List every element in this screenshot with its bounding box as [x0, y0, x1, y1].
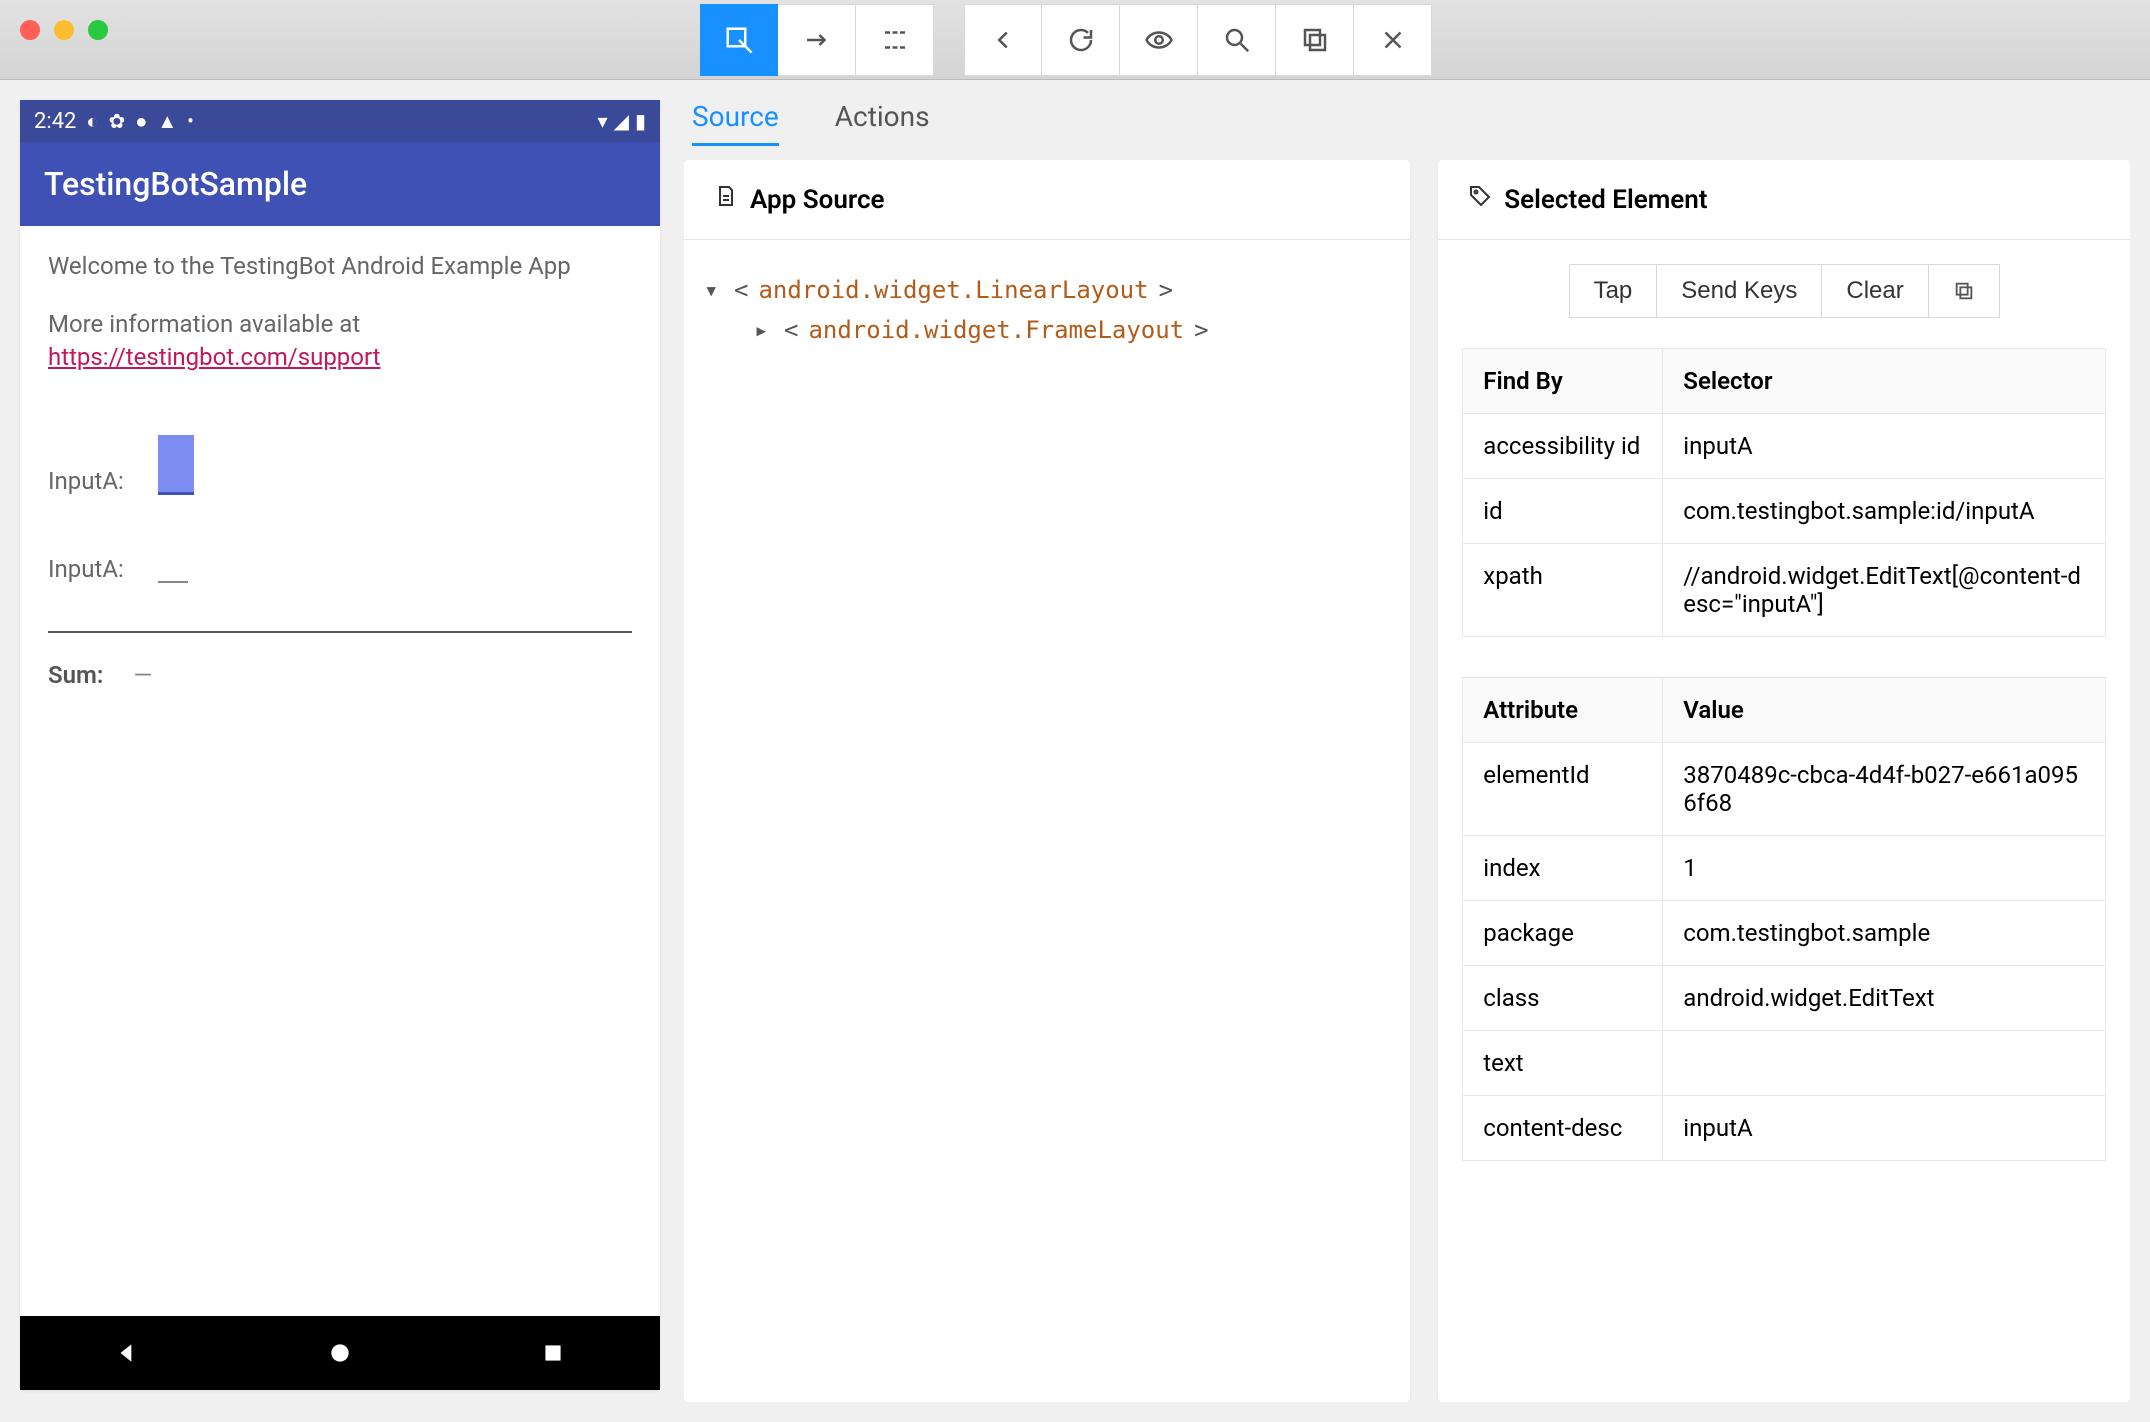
document-icon — [714, 184, 738, 215]
app-source-title: App Source — [750, 185, 885, 215]
refresh-button[interactable] — [1042, 4, 1120, 76]
support-link[interactable]: https://testingbot.com/support — [48, 343, 381, 371]
status-sync-icon: ◐ — [86, 109, 98, 134]
table-row: class android.widget.EditText — [1463, 966, 2106, 1031]
table-row: content-desc inputA — [1463, 1096, 2106, 1161]
swipe-button[interactable] — [778, 4, 856, 76]
table-row: id com.testingbot.sample:id/inputA — [1463, 479, 2106, 544]
window-maximize-button[interactable] — [88, 20, 108, 40]
status-more-icon: • — [187, 109, 194, 133]
copy-xml-button[interactable] — [1276, 4, 1354, 76]
window-minimize-button[interactable] — [54, 20, 74, 40]
search-button[interactable] — [1198, 4, 1276, 76]
inspector-tabs: Source Actions — [684, 100, 2130, 160]
table-row: index 1 — [1463, 836, 2106, 901]
findby-header-col2: Selector — [1663, 349, 2106, 414]
nav-home-icon[interactable] — [325, 1338, 355, 1368]
tag-icon — [1468, 184, 1492, 215]
tree-node-framelayout[interactable]: ▸ <android.widget.FrameLayout> — [754, 310, 1390, 350]
quit-button[interactable] — [1354, 4, 1432, 76]
element-actions: Tap Send Keys Clear — [1462, 264, 2106, 318]
nav-back-icon[interactable] — [112, 1338, 142, 1368]
android-status-bar: 2:42 ◐ ✿ ● ▲ • ▾ ◢ ▮ — [20, 100, 660, 142]
attr-header-col2: Value — [1663, 678, 2106, 743]
caret-right-icon[interactable]: ▸ — [754, 316, 774, 344]
table-row: elementId 3870489c-cbca-4d4f-b027-e661a0… — [1463, 743, 2106, 836]
window-close-button[interactable] — [20, 20, 40, 40]
table-row: text — [1463, 1031, 2106, 1096]
find-by-table: Find By Selector accessibility id inputA… — [1462, 348, 2106, 637]
selected-element-title: Selected Element — [1504, 185, 1707, 215]
sum-value: — — [133, 661, 152, 689]
findby-header-col1: Find By — [1463, 349, 1663, 414]
app-title: TestingBotSample — [44, 165, 307, 203]
android-app-bar: TestingBotSample — [20, 142, 660, 226]
table-row: package com.testingbot.sample — [1463, 901, 2106, 966]
android-nav-bar — [20, 1316, 660, 1390]
wifi-icon: ▾ — [598, 109, 608, 133]
table-row: accessibility id inputA — [1463, 414, 2106, 479]
nav-recent-icon[interactable] — [538, 1338, 568, 1368]
app-source-panel: App Source ▾ <android.widget.LinearLayou… — [684, 160, 1410, 1402]
input-b-label: InputA: — [48, 555, 138, 583]
status-warning-icon: ▲ — [157, 109, 177, 134]
clear-button[interactable]: Clear — [1822, 264, 1928, 318]
input-a-label: InputA: — [48, 467, 138, 495]
tab-actions[interactable]: Actions — [835, 100, 930, 146]
tree-node-linearlayout[interactable]: ▾ <android.widget.LinearLayout> — [704, 270, 1390, 310]
signal-icon: ◢ — [614, 109, 629, 133]
tab-source[interactable]: Source — [692, 100, 779, 146]
window-traffic-lights — [20, 20, 108, 40]
sum-label: Sum: — [48, 661, 103, 689]
attribute-table: Attribute Value elementId 3870489c-cbca-… — [1462, 677, 2106, 1161]
window-titlebar — [0, 0, 2150, 80]
input-a-field[interactable] — [158, 435, 194, 495]
battery-icon: ▮ — [635, 109, 646, 133]
status-settings-icon: ✿ — [109, 109, 126, 133]
app-body: Welcome to the TestingBot Android Exampl… — [20, 226, 660, 1316]
table-row: xpath //android.widget.EditText[@content… — [1463, 544, 2106, 637]
select-element-button[interactable] — [700, 4, 778, 76]
record-toggle-button[interactable] — [1120, 4, 1198, 76]
back-button[interactable] — [964, 4, 1042, 76]
main-toolbar — [700, 4, 1432, 76]
tap-coordinates-button[interactable] — [856, 4, 934, 76]
input-b-field[interactable] — [158, 543, 188, 583]
xml-tree: ▾ <android.widget.LinearLayout> ▸ <andro… — [684, 240, 1410, 380]
status-dot-icon: ● — [135, 109, 147, 134]
copy-button[interactable] — [1929, 264, 2000, 318]
device-preview: 2:42 ◐ ✿ ● ▲ • ▾ ◢ ▮ TestingBotSample We… — [20, 100, 660, 1390]
form-divider — [48, 631, 632, 633]
send-keys-button[interactable]: Send Keys — [1657, 264, 1822, 318]
welcome-text: Welcome to the TestingBot Android Exampl… — [48, 250, 632, 284]
tap-button[interactable]: Tap — [1569, 264, 1658, 318]
status-time: 2:42 — [34, 109, 76, 134]
caret-down-icon[interactable]: ▾ — [704, 276, 724, 304]
attr-header-col1: Attribute — [1463, 678, 1663, 743]
selected-element-panel: Selected Element Tap Send Keys Clear Fin… — [1438, 160, 2130, 1402]
more-info-text: More information available at https://te… — [48, 308, 632, 375]
